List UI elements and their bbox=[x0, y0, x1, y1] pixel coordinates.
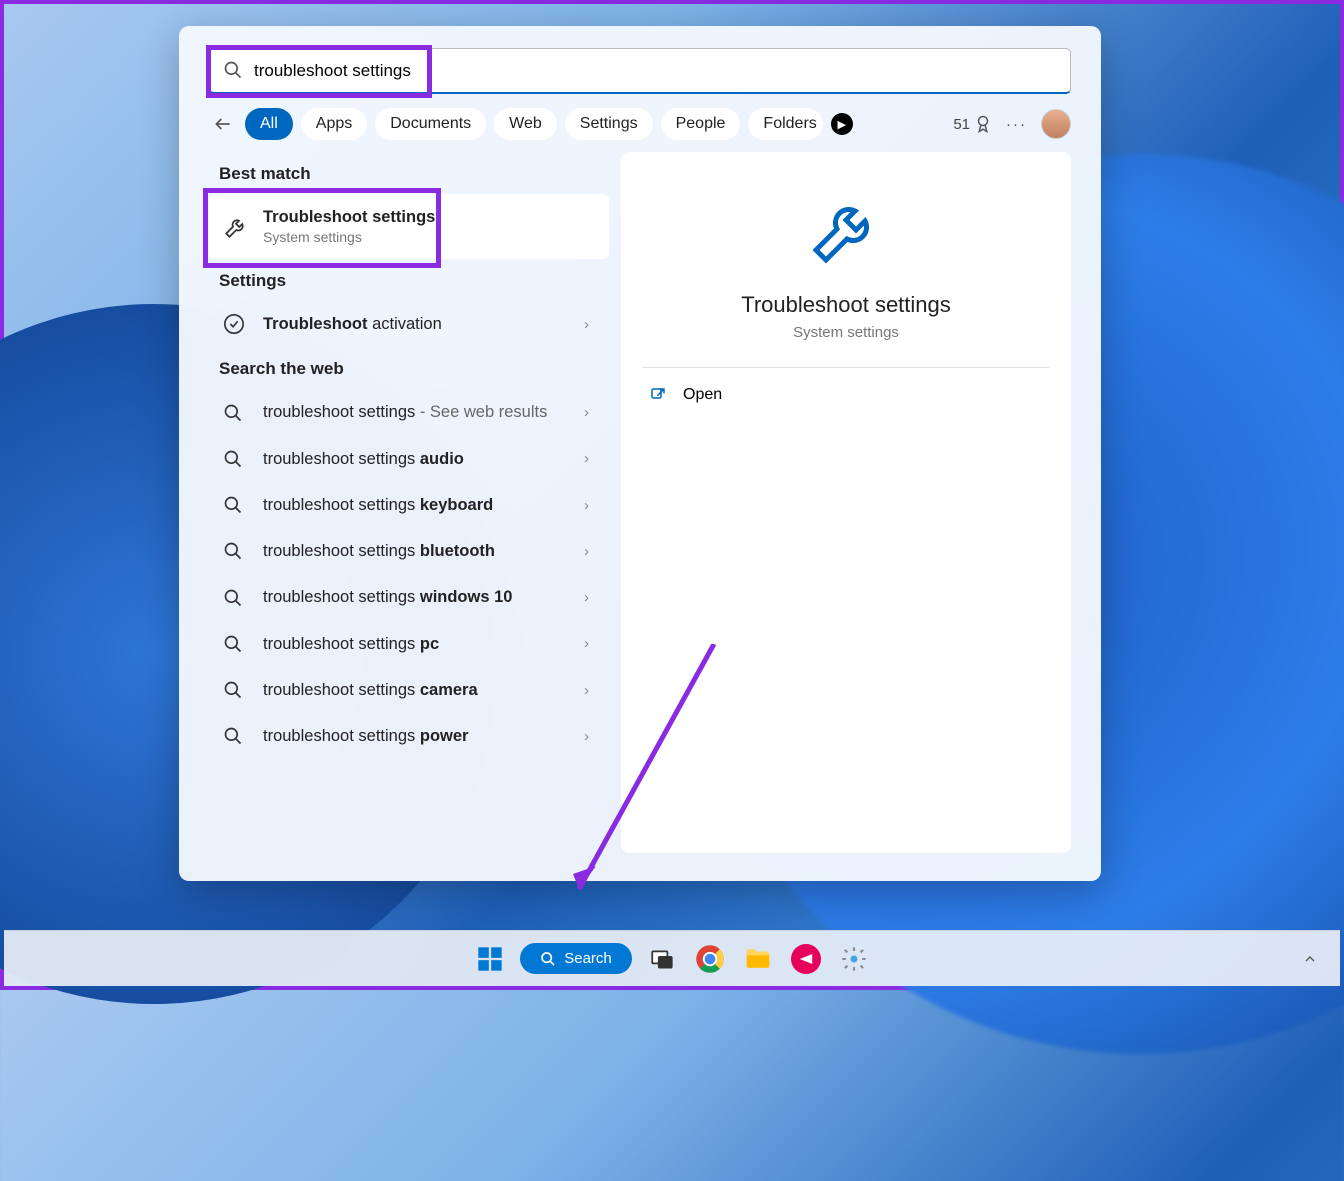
best-match-result[interactable]: Troubleshoot settings System settings bbox=[209, 194, 609, 259]
preview-subtitle: System settings bbox=[793, 324, 899, 341]
web-result[interactable]: troubleshoot settings audio › bbox=[209, 436, 609, 482]
taskbar: Search bbox=[4, 930, 1340, 986]
chrome-icon[interactable] bbox=[692, 941, 728, 977]
settings-result[interactable]: Troubleshoot activation › bbox=[209, 301, 609, 347]
chevron-right-icon: › bbox=[584, 589, 595, 606]
tab-apps[interactable]: Apps bbox=[301, 108, 367, 140]
search-icon bbox=[223, 60, 243, 80]
task-view[interactable] bbox=[644, 941, 680, 977]
open-icon bbox=[649, 386, 667, 404]
chevron-right-icon: › bbox=[584, 316, 595, 333]
filter-tabs-row: All Apps Documents Web Settings People F… bbox=[179, 94, 1101, 140]
search-icon bbox=[223, 403, 249, 423]
check-circle-icon bbox=[223, 313, 249, 335]
web-result[interactable]: troubleshoot settings camera › bbox=[209, 667, 609, 713]
tabs-scroll-right[interactable]: ▶ bbox=[831, 113, 853, 135]
medal-icon bbox=[974, 115, 992, 133]
more-icon[interactable]: ··· bbox=[1006, 116, 1027, 133]
preview-pane: Troubleshoot settings System settings Op… bbox=[621, 152, 1071, 853]
search-icon bbox=[223, 634, 249, 654]
search-icon bbox=[223, 726, 249, 746]
section-web: Search the web bbox=[219, 359, 609, 379]
start-button[interactable] bbox=[472, 941, 508, 977]
open-action[interactable]: Open bbox=[643, 372, 1049, 418]
search-input-wrap bbox=[209, 48, 1071, 94]
app-icon-pink[interactable] bbox=[788, 941, 824, 977]
chevron-right-icon: › bbox=[584, 635, 595, 652]
chevron-right-icon: › bbox=[584, 728, 595, 745]
search-icon bbox=[540, 951, 556, 967]
tab-folders[interactable]: Folders bbox=[748, 108, 822, 140]
header-right: 51 ··· bbox=[953, 109, 1071, 139]
action-label: Open bbox=[683, 386, 722, 404]
chevron-right-icon: › bbox=[584, 497, 595, 514]
web-result[interactable]: troubleshoot settings windows 10 › bbox=[209, 574, 609, 620]
show-hidden-icons[interactable] bbox=[1302, 951, 1318, 967]
results-column: Best match Troubleshoot settings System … bbox=[179, 152, 609, 881]
search-icon bbox=[223, 588, 249, 608]
web-result[interactable]: troubleshoot settings pc › bbox=[209, 621, 609, 667]
points-value: 51 bbox=[953, 116, 970, 133]
taskbar-search[interactable]: Search bbox=[520, 943, 632, 974]
rewards-points[interactable]: 51 bbox=[953, 115, 992, 133]
tab-web[interactable]: Web bbox=[494, 108, 557, 140]
section-settings: Settings bbox=[219, 271, 609, 291]
section-best-match: Best match bbox=[219, 164, 609, 184]
web-result[interactable]: troubleshoot settings - See web results … bbox=[209, 389, 609, 435]
taskbar-search-label: Search bbox=[564, 950, 612, 967]
divider bbox=[643, 367, 1049, 368]
search-icon bbox=[223, 541, 249, 561]
user-avatar[interactable] bbox=[1041, 109, 1071, 139]
chevron-right-icon: › bbox=[584, 450, 595, 467]
tab-people[interactable]: People bbox=[661, 108, 741, 140]
settings-icon[interactable] bbox=[836, 941, 872, 977]
windows-search-panel: All Apps Documents Web Settings People F… bbox=[179, 26, 1101, 881]
search-input[interactable] bbox=[209, 48, 1071, 94]
web-result[interactable]: troubleshoot settings keyboard › bbox=[209, 482, 609, 528]
back-button[interactable] bbox=[209, 108, 237, 140]
tab-documents[interactable]: Documents bbox=[375, 108, 486, 140]
chevron-right-icon: › bbox=[584, 543, 595, 560]
best-match-title: Troubleshoot settings bbox=[263, 206, 595, 228]
wrench-icon bbox=[806, 190, 886, 270]
search-icon bbox=[223, 495, 249, 515]
search-icon bbox=[223, 449, 249, 469]
best-match-subtitle: System settings bbox=[263, 228, 595, 247]
preview-title: Troubleshoot settings bbox=[741, 292, 951, 318]
web-result[interactable]: troubleshoot settings bluetooth › bbox=[209, 528, 609, 574]
tab-settings[interactable]: Settings bbox=[565, 108, 653, 140]
tab-all[interactable]: All bbox=[245, 108, 293, 140]
search-icon bbox=[223, 680, 249, 700]
web-result[interactable]: troubleshoot settings power › bbox=[209, 713, 609, 759]
wrench-icon bbox=[223, 214, 249, 240]
chevron-right-icon: › bbox=[584, 682, 595, 699]
file-explorer-icon[interactable] bbox=[740, 941, 776, 977]
chevron-right-icon: › bbox=[584, 404, 595, 421]
